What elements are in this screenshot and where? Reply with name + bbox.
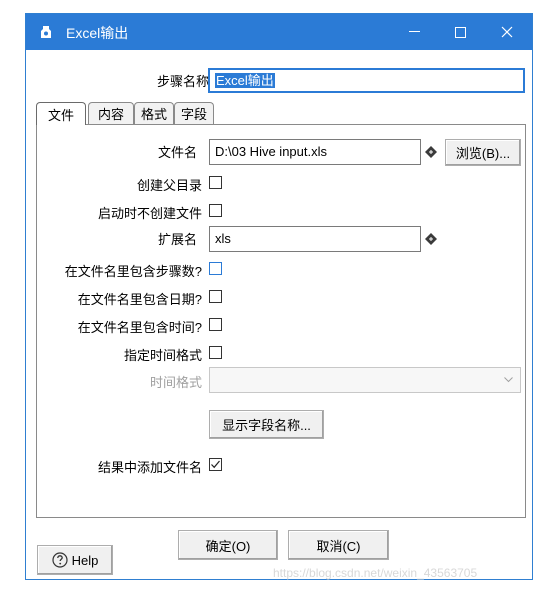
tab-format[interactable]: 格式 <box>134 102 174 124</box>
no-create-on-start-checkbox[interactable] <box>209 204 222 217</box>
tab-fields[interactable]: 字段 <box>174 102 214 124</box>
checkmark-icon <box>211 460 220 469</box>
kettle-step-icon <box>41 26 51 38</box>
step-name-label: 步骤名称 <box>156 74 209 89</box>
extension-label: 扩展名 <box>157 232 197 247</box>
specify-format-label: 指定时间格式 <box>123 348 202 363</box>
title-bar[interactable]: Excel输出 <box>26 14 532 50</box>
add-to-result-label: 结果中添加文件名 <box>97 460 202 475</box>
maximize-button[interactable] <box>437 14 483 50</box>
include-time-checkbox[interactable] <box>209 318 222 331</box>
variable-diamond-icon[interactable] <box>425 233 437 245</box>
no-create-on-start-label: 启动时不创建文件 <box>97 206 202 221</box>
help-button[interactable]: Help <box>37 545 113 575</box>
filename-label: 文件名 <box>157 145 197 160</box>
maximize-icon <box>454 26 466 38</box>
excel-output-dialog: Excel输出 步骤名称 Excel输出 文件 内容 格式 字段 文件名 D:\… <box>25 13 533 580</box>
question-circle-icon <box>52 552 68 568</box>
step-name-value: Excel输出 <box>215 73 275 88</box>
browse-button[interactable]: 浏览(B)... <box>445 139 521 166</box>
extension-input[interactable]: xls <box>209 226 421 252</box>
variable-diamond-icon[interactable] <box>425 146 437 158</box>
step-name-input[interactable]: Excel输出 <box>208 68 525 93</box>
tab-file[interactable]: 文件 <box>36 102 86 125</box>
filename-input[interactable]: D:\03 Hive input.xls <box>209 139 421 165</box>
add-to-result-checkbox[interactable] <box>209 458 222 471</box>
minimize-icon <box>408 31 420 32</box>
window-title: Excel输出 <box>66 25 129 41</box>
minimize-button[interactable] <box>391 14 437 50</box>
show-fields-button[interactable]: 显示字段名称... <box>209 410 324 439</box>
include-date-checkbox[interactable] <box>209 290 222 303</box>
file-tab-panel: 文件名 D:\03 Hive input.xls 浏览(B)... 创建父目录 … <box>36 124 526 518</box>
include-stepnr-checkbox[interactable] <box>209 262 222 275</box>
include-date-label: 在文件名里包含日期? <box>77 292 202 307</box>
close-icon <box>501 26 513 38</box>
specify-format-checkbox[interactable] <box>209 346 222 359</box>
watermark-text: https://blog.csdn.net/weixin_43563705 <box>273 566 478 580</box>
tab-content[interactable]: 内容 <box>88 102 134 124</box>
date-format-select[interactable] <box>209 367 521 393</box>
date-format-label: 时间格式 <box>149 375 202 390</box>
ok-button[interactable]: 确定(O) <box>178 530 278 560</box>
close-button[interactable] <box>484 14 530 50</box>
chevron-down-icon <box>504 377 513 383</box>
include-time-label: 在文件名里包含时间? <box>77 320 202 335</box>
include-stepnr-label: 在文件名里包含步骤数? <box>64 264 202 279</box>
create-parent-label: 创建父目录 <box>136 178 202 193</box>
cancel-button[interactable]: 取消(C) <box>288 530 389 560</box>
create-parent-checkbox[interactable] <box>209 176 222 189</box>
